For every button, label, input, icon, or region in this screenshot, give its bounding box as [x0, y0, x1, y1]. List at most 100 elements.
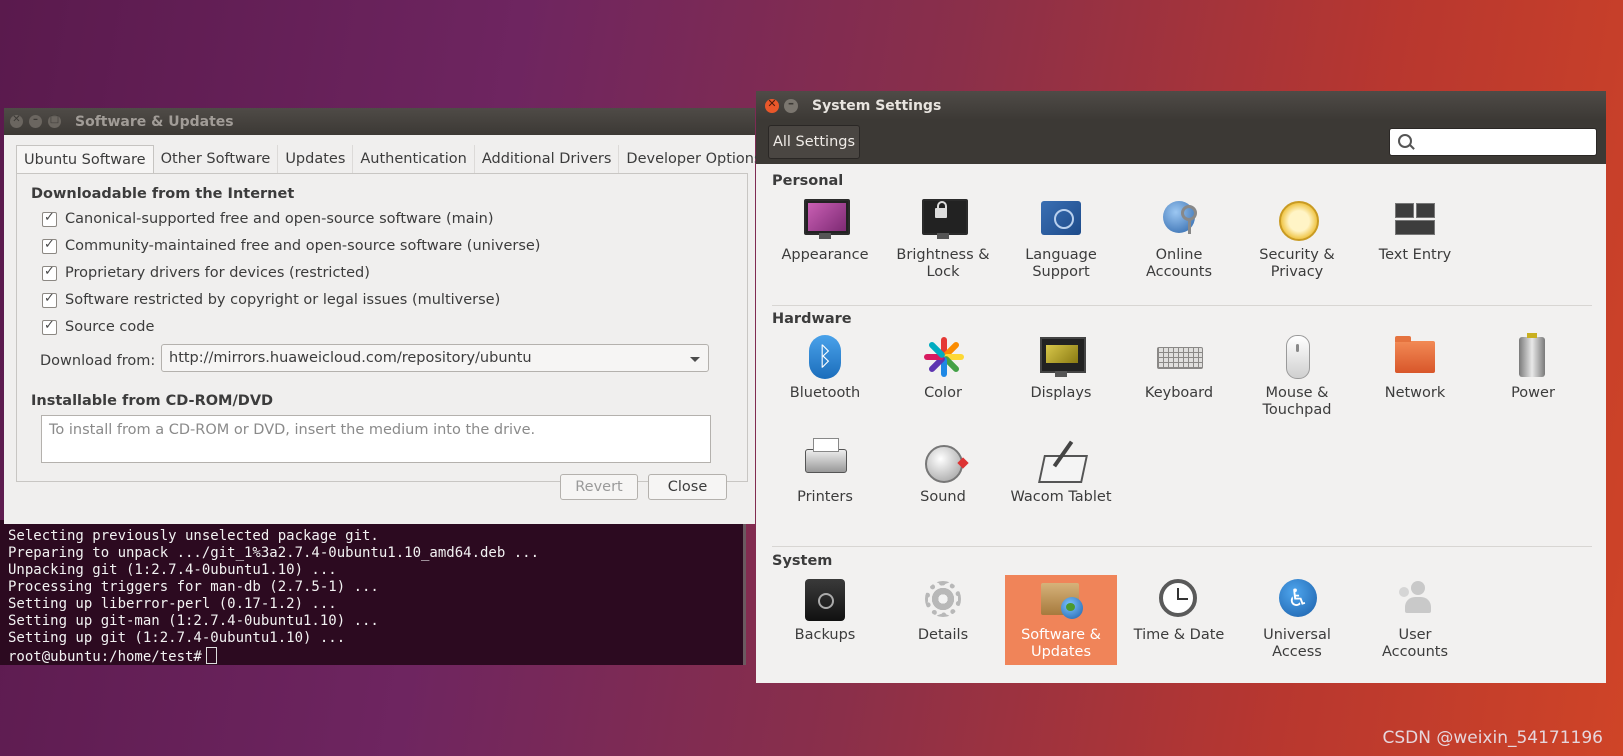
settings-item-details[interactable]: Details	[887, 575, 999, 644]
revert-button[interactable]: Revert	[560, 474, 638, 500]
terminal-window[interactable]: Selecting previously unselected package …	[0, 520, 746, 665]
settings-item-color[interactable]: Color	[887, 333, 999, 402]
minimize-window-button[interactable]: –	[784, 95, 798, 113]
tab-ubuntu-software[interactable]: Ubuntu Software	[16, 145, 154, 174]
details-icon	[919, 575, 967, 623]
system-settings-titlebar[interactable]: ✕ – System Settings	[756, 91, 1606, 120]
item-label: Brightness & Lock	[896, 247, 990, 280]
item-label: Wacom Tablet	[1010, 489, 1112, 505]
sound-icon	[919, 437, 967, 485]
settings-item-text-entry[interactable]: Text Entry	[1359, 195, 1471, 264]
tab-authentication[interactable]: Authentication	[353, 145, 475, 174]
item-label: Appearance	[781, 247, 869, 263]
window-title: System Settings	[812, 97, 942, 114]
check-restricted[interactable]: Proprietary drivers for devices (restric…	[42, 264, 370, 281]
backups-icon	[801, 575, 849, 623]
keyboard-icon	[1155, 333, 1203, 381]
checkbox[interactable]	[42, 210, 57, 227]
check-label: Source code	[65, 319, 155, 335]
settings-item-keyboard[interactable]: Keyboard	[1123, 333, 1235, 402]
item-label: Online Accounts	[1145, 247, 1213, 280]
tab-additional-drivers[interactable]: Additional Drivers	[475, 145, 620, 174]
settings-item-user-accounts[interactable]: User Accounts	[1359, 575, 1471, 661]
printer-icon	[801, 437, 849, 485]
item-label: Keyboard	[1144, 385, 1214, 401]
item-label: Text Entry	[1378, 247, 1452, 263]
settings-item-bluetooth[interactable]: ᛒ Bluetooth	[769, 333, 881, 402]
search-input[interactable]	[1389, 128, 1597, 156]
language-support-icon	[1037, 195, 1085, 243]
maximize-window-button[interactable]: □	[48, 114, 61, 128]
settings-item-backups[interactable]: Backups	[769, 575, 881, 644]
software-updates-titlebar[interactable]: ✕ – □ Software & Updates	[4, 108, 755, 135]
maximize-icon: □	[49, 114, 60, 125]
watermark: CSDN @weixin_54171196	[1382, 728, 1603, 748]
terminal-line: Selecting previously unselected package …	[8, 528, 379, 544]
tab-developer-options[interactable]: Developer Options	[619, 145, 770, 174]
universal-access-icon: ♿	[1273, 575, 1321, 623]
check-label: Community-maintained free and open-sourc…	[65, 238, 541, 254]
settings-item-sound[interactable]: Sound	[887, 437, 999, 506]
close-button[interactable]: Close	[648, 474, 727, 500]
item-label: Language Support	[1025, 247, 1097, 280]
item-label: Security & Privacy	[1259, 247, 1335, 280]
software-updates-window: ✕ – □ Software & Updates Ubuntu Software…	[4, 108, 770, 524]
check-source-code[interactable]: Source code	[42, 318, 155, 335]
system-heading: System	[772, 553, 833, 569]
terminal-line: Unpacking git (1:2.7.4-0ubuntu1.10) ...	[8, 562, 337, 578]
settings-item-security-privacy[interactable]: Security & Privacy	[1241, 195, 1353, 281]
personal-heading: Personal	[772, 173, 844, 189]
close-icon: ✕	[12, 114, 21, 125]
terminal-line: Preparing to unpack .../git_1%3a2.7.4-0u…	[8, 545, 540, 561]
search-icon	[1398, 134, 1412, 148]
checkbox[interactable]	[42, 237, 57, 254]
settings-item-time-date[interactable]: Time & Date	[1123, 575, 1235, 644]
color-icon	[919, 333, 967, 381]
item-label: Software & Updates	[1021, 627, 1101, 660]
section-divider	[772, 305, 1592, 306]
settings-item-appearance[interactable]: Appearance	[769, 195, 881, 264]
check-multiverse[interactable]: Software restricted by copyright or lega…	[42, 291, 501, 308]
item-label: Backups	[794, 627, 856, 643]
tab-updates[interactable]: Updates	[278, 145, 354, 174]
cdrom-box: To install from a CD-ROM or DVD, insert …	[41, 415, 711, 463]
checkbox[interactable]	[42, 264, 57, 281]
item-label: Network	[1384, 385, 1446, 401]
tab-bar: Ubuntu Software Other Software Updates A…	[16, 145, 770, 174]
checkbox[interactable]	[42, 291, 57, 308]
settings-item-brightness-lock[interactable]: Brightness & Lock	[887, 195, 999, 281]
settings-item-wacom-tablet[interactable]: Wacom Tablet	[1005, 437, 1117, 506]
settings-item-mouse-touchpad[interactable]: Mouse & Touchpad	[1241, 333, 1353, 419]
download-server-select[interactable]: http://mirrors.huaweicloud.com/repositor…	[161, 344, 709, 372]
terminal-prompt-line[interactable]: root@ubuntu:/home/test#	[8, 647, 539, 666]
check-label: Software restricted by copyright or lega…	[65, 292, 501, 308]
check-main[interactable]: Canonical-supported free and open-source…	[42, 210, 494, 227]
settings-item-network[interactable]: Network	[1359, 333, 1471, 402]
downloadable-heading: Downloadable from the Internet	[31, 186, 295, 202]
settings-item-online-accounts[interactable]: Online Accounts	[1123, 195, 1235, 281]
terminal-line: Setting up git-man (1:2.7.4-0ubuntu1.10)…	[8, 613, 379, 629]
settings-item-software-updates[interactable]: Software & Updates	[1005, 575, 1117, 665]
terminal-line: Setting up liberror-perl (0.17-1.2) ...	[8, 596, 337, 612]
minimize-window-button[interactable]: –	[29, 114, 42, 128]
network-icon	[1391, 333, 1439, 381]
ubuntu-software-panel: Downloadable from the Internet Canonical…	[16, 173, 748, 482]
terminal-prompt: root@ubuntu:/home/test#	[8, 649, 202, 665]
minimize-icon: –	[788, 95, 794, 110]
cdrom-hint: To install from a CD-ROM or DVD, insert …	[49, 422, 536, 438]
check-universe[interactable]: Community-maintained free and open-sourc…	[42, 237, 541, 254]
settings-item-language-support[interactable]: Language Support	[1005, 195, 1117, 281]
hardware-heading: Hardware	[772, 311, 852, 327]
settings-item-displays[interactable]: Displays	[1005, 333, 1117, 402]
text-entry-icon	[1391, 195, 1439, 243]
close-window-button[interactable]: ✕	[765, 96, 779, 113]
close-icon: ✕	[767, 96, 777, 110]
all-settings-button[interactable]: All Settings	[768, 125, 860, 159]
settings-item-universal-access[interactable]: ♿ Universal Access	[1241, 575, 1353, 661]
close-window-button[interactable]: ✕	[10, 114, 23, 128]
checkbox[interactable]	[42, 318, 57, 335]
tab-other-software[interactable]: Other Software	[154, 145, 279, 174]
settings-item-printers[interactable]: Printers	[769, 437, 881, 506]
settings-item-power[interactable]: Power	[1477, 333, 1589, 402]
item-label: Details	[917, 627, 969, 643]
